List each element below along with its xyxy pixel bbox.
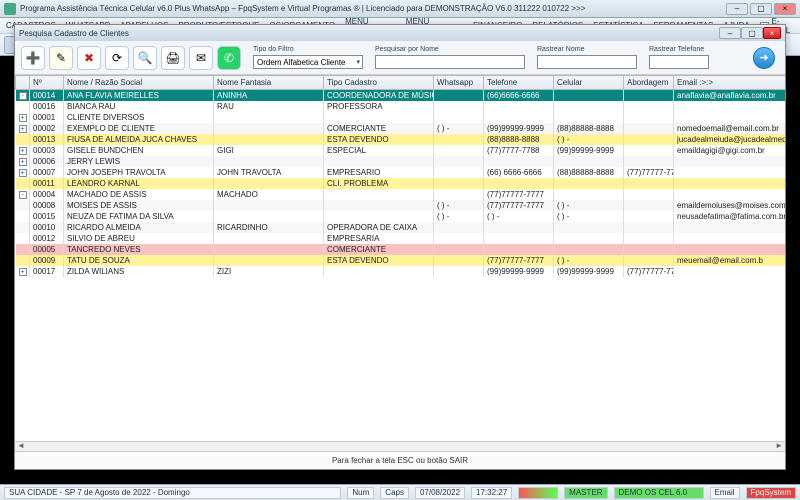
expand-icon[interactable]: + [19,169,27,177]
status-location: SUA CIDADE - SP 7 de Agosto de 2022 - Do… [4,487,341,499]
track-phone-input[interactable] [649,55,709,69]
track-name-label: Rastrear Nome [537,46,637,53]
expand-icon[interactable]: + [19,114,27,122]
search-name-label: Pesquisar por Nome [375,46,525,53]
clients-grid[interactable]: NºNome / Razão SocialNome FantasiaTipo C… [15,75,785,441]
filter-type-label: Tipo do Filtro [253,46,363,53]
column-header[interactable]: Telefone [484,76,554,90]
status-date: 07/08/2022 [415,487,465,499]
search-clients-window: Pesquisa Cadastro de Clientes – ▢ × ➕ ✎ … [14,24,786,470]
minimize-button[interactable]: – [726,3,748,15]
status-demo: DEMO OS CEL 6.0 [614,487,704,499]
status-meter [518,487,558,499]
track-phone-label: Rastrear Telefone [649,46,709,53]
expand-icon[interactable]: + [19,147,27,155]
table-row[interactable]: +00007JOHN JOSEPH TRAVOLTAJOHN TRAVOLTAE… [16,167,786,178]
column-header[interactable]: Whatsapp [434,76,484,90]
table-row[interactable]: +00001CLIENTE DIVERSOS [16,112,786,123]
expand-icon[interactable]: + [19,268,27,276]
table-row[interactable]: 00013FIUSA DE ALMEIDA JUCA CHAVESESTA DE… [16,134,786,145]
inner-close-button[interactable]: × [763,27,781,39]
refresh-button[interactable]: ⟳ [105,46,129,70]
status-fpqsystem[interactable]: FpqSystem [746,487,796,499]
table-row[interactable]: 00008MOISES DE ASSIS( ) -(77)77777-7777(… [16,200,786,211]
table-row[interactable]: +00003GISELE BUNDCHENGIGIESPECIAL(77)777… [16,145,786,156]
table-row[interactable]: -00014ANA FLAVIA MEIRELLESANINHACOORDENA… [16,90,786,101]
table-row[interactable]: +00006JERRY LEWIS [16,156,786,167]
whatsapp-button[interactable]: ✆ [217,46,241,70]
column-header[interactable]: Nome Fantasia [214,76,324,90]
column-header[interactable] [16,76,30,90]
table-row[interactable]: +00002EXEMPLO DE CLIENTECOMERCIANTE( ) -… [16,123,786,134]
inner-title: Pesquisa Cadastro de Clientes [19,29,719,38]
search-name-input[interactable] [375,55,525,69]
email-button[interactable]: ✉ [189,46,213,70]
main-titlebar: Programa Assistência Técnica Celular v6.… [0,0,800,18]
column-header[interactable]: Nome / Razão Social [64,76,214,90]
add-button[interactable]: ➕ [21,46,45,70]
status-caps: Caps [380,487,409,499]
window-title: Programa Assistência Técnica Celular v6.… [20,4,726,13]
column-header[interactable]: Celular [554,76,624,90]
track-name-input[interactable] [537,55,637,69]
inner-maximize-button[interactable]: ▢ [741,27,763,39]
expand-icon[interactable]: - [19,191,27,199]
column-header[interactable]: Email :>:> [674,76,786,90]
table-row[interactable]: 00012SILVIO DE ABREUEMPRESARIA [16,233,786,244]
expand-icon[interactable]: + [19,158,27,166]
expand-icon[interactable]: - [19,92,27,100]
print-button[interactable]: 🖨 [161,46,185,70]
column-header[interactable]: Nº [30,76,64,90]
table-row[interactable]: 00011LEANDRO KARNALCLI. PROBLEMA [16,178,786,189]
status-bar: SUA CIDADE - SP 7 de Agosto de 2022 - Do… [0,484,800,500]
inner-toolbar: ➕ ✎ ✖ ⟳ 🔍 🖨 ✉ ✆ Tipo do Filtro Ordem Alf… [15,41,785,75]
horizontal-scrollbar[interactable] [15,441,785,451]
inner-titlebar: Pesquisa Cadastro de Clientes – ▢ × [15,25,785,41]
maximize-button[interactable]: ▢ [750,3,772,15]
app-icon [4,3,16,15]
table-row[interactable]: +00017ZILDA WILIANSZIZI(99)99999-9999(99… [16,266,786,277]
status-time: 17:32:27 [471,487,512,499]
column-header[interactable]: Abordagem [624,76,674,90]
table-row[interactable]: -00004MACHADO DE ASSISMACHADO(77)77777-7… [16,189,786,200]
inner-minimize-button[interactable]: – [719,27,741,39]
table-row[interactable]: 00015NEUZA DE FATIMA DA SILVA( ) -( ) -(… [16,211,786,222]
view-button[interactable]: 🔍 [133,46,157,70]
filter-type-combo[interactable]: Ordem Alfabetica Cliente [253,55,363,69]
table-row[interactable]: 00005TANCREDO NEVESCOMERCIANTE [16,244,786,255]
column-header[interactable]: Tipo Cadastro [324,76,434,90]
table-row[interactable]: 00009TATU DE SOUZAESTA DEVENDO(77)77777-… [16,255,786,266]
table-row[interactable]: 00016BIANCA RAURAUPROFESSORA [16,101,786,112]
expand-icon[interactable]: + [19,125,27,133]
table-row[interactable]: 00010RICARDO ALMEIDARICARDINHOOPERADORA … [16,222,786,233]
status-master: MASTER [564,487,607,499]
go-button[interactable]: ➜ [753,47,775,69]
delete-button[interactable]: ✖ [77,46,101,70]
footer-message: Para fechar a tela ESC ou botão SAIR [15,451,785,469]
status-email[interactable]: Email [710,487,740,499]
edit-button[interactable]: ✎ [49,46,73,70]
status-num: Num [347,487,374,499]
close-button[interactable]: × [774,3,796,15]
